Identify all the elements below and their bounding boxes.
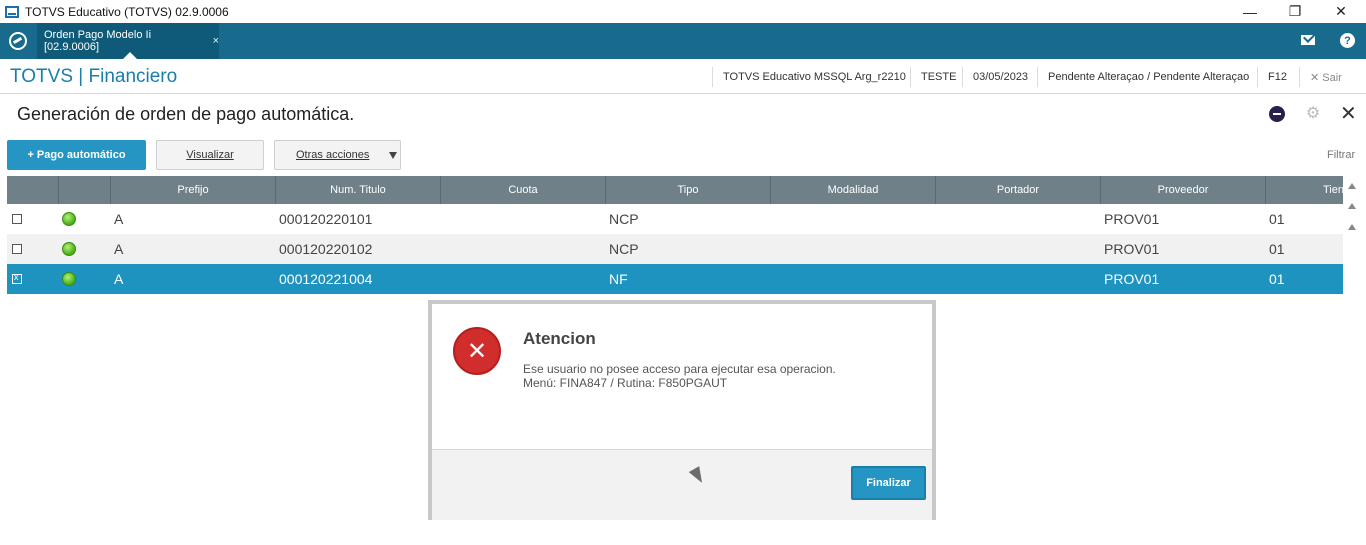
cell-proveedor: PROV01 — [1104, 241, 1160, 257]
table-row-selected[interactable]: A 000120221004 NF PROV01 01 — [7, 264, 1343, 294]
module-brand: TOTVS | Financiero — [10, 66, 178, 87]
help-icon[interactable]: ? — [1340, 33, 1355, 48]
col-header-tipo[interactable]: Tipo — [606, 176, 771, 204]
status-info: Pendente Alteraçao / Pendente Alteraçao — [1037, 67, 1259, 87]
cell-tipo: NF — [609, 271, 628, 287]
dropdown-arrow-icon — [389, 152, 397, 159]
visualizar-label: Visualizar — [186, 149, 234, 161]
cell-tienda: 01 — [1269, 211, 1285, 227]
tab-orden-pago[interactable]: Orden Pago Modelo Ii [02.9.0006] × — [37, 23, 219, 59]
error-icon: ✕ — [453, 327, 501, 375]
window-close-button[interactable]: ✕ — [1318, 0, 1364, 23]
environment-info: TOTVS Educativo MSSQL Arg_r2210 — [712, 67, 916, 87]
minimize-button[interactable]: — — [1227, 0, 1273, 23]
cell-proveedor: PROV01 — [1104, 271, 1160, 287]
page-title: Generación de orden de pago automática. — [17, 104, 355, 124]
grid-header: Prefijo Num. Titulo Cuota Tipo Modalidad… — [7, 176, 1343, 204]
status-green-icon — [62, 242, 76, 256]
table-row[interactable]: A 000120220101 NCP PROV01 01 — [7, 204, 1343, 234]
col-header-select[interactable] — [7, 176, 59, 204]
table-row[interactable]: A 000120220102 NCP PROV01 01 — [7, 234, 1343, 264]
col-header-num-titulo[interactable]: Num. Titulo — [276, 176, 441, 204]
col-header-prefijo[interactable]: Prefijo — [111, 176, 276, 204]
window-title: TOTVS Educativo (TOTVS) 02.9.0006 — [25, 4, 229, 19]
row-checkbox[interactable] — [12, 244, 22, 254]
totvs-logo-icon[interactable] — [9, 32, 27, 50]
module-header: TOTVS | Financiero TOTVS Educativo MSSQL… — [0, 59, 1366, 94]
close-icon[interactable]: ✕ — [1340, 104, 1357, 124]
col-header-cuota[interactable]: Cuota — [441, 176, 606, 204]
gear-icon[interactable]: ⚙ — [1305, 106, 1321, 122]
otras-acciones-label: Otras acciones — [296, 149, 370, 161]
tab-label: Orden Pago Modelo Ii [02.9.0006] — [44, 29, 152, 53]
minus-circle-icon[interactable] — [1269, 106, 1285, 122]
cell-tipo: NCP — [609, 211, 639, 227]
col-header-modalidad[interactable]: Modalidad — [771, 176, 936, 204]
exit-button[interactable]: ✕ Sair — [1299, 67, 1352, 87]
row-checkbox-checked[interactable] — [12, 272, 22, 284]
restore-button[interactable]: ❐ — [1272, 0, 1318, 23]
pago-automatico-button[interactable]: + Pago automático — [7, 140, 146, 170]
finalizar-button[interactable]: Finalizar — [851, 466, 926, 500]
cell-prefijo: A — [114, 271, 124, 287]
col-header-proveedor[interactable]: Proveedor — [1101, 176, 1266, 204]
dialog-title: Atencion — [523, 329, 596, 348]
visualizar-button[interactable]: Visualizar — [156, 140, 264, 170]
status-green-icon — [62, 212, 76, 226]
cell-prefijo: A — [114, 211, 124, 227]
date-info: 03/05/2023 — [962, 67, 1038, 87]
mail-icon[interactable] — [1301, 35, 1315, 45]
cell-tienda: 01 — [1269, 271, 1285, 287]
app-icon — [5, 5, 19, 18]
status-green-icon — [62, 272, 76, 286]
user-info: TESTE — [910, 67, 966, 87]
dialog-message-line1: Ese usuario no posee acceso para ejecuta… — [523, 362, 836, 376]
error-dialog: ✕ Atencion Ese usuario no posee acceso p… — [428, 300, 936, 520]
col-header-status[interactable] — [59, 176, 111, 204]
cell-num-titulo: 000120220101 — [279, 211, 373, 227]
scroll-top-icon[interactable] — [1348, 183, 1356, 189]
filter-link[interactable]: Filtrar — [1327, 149, 1355, 161]
dialog-message: Ese usuario no posee acceso para ejecuta… — [523, 362, 836, 390]
col-header-tienda[interactable]: Tien — [1266, 176, 1343, 204]
tab-close-icon[interactable]: × — [213, 35, 219, 47]
tab-bar: Orden Pago Modelo Ii [02.9.0006] × ? — [0, 23, 1366, 59]
cell-num-titulo: 000120221004 — [279, 271, 373, 287]
cell-tipo: NCP — [609, 241, 639, 257]
row-checkbox[interactable] — [12, 214, 22, 224]
shortcut-info: F12 — [1257, 67, 1297, 87]
col-header-portador[interactable]: Portador — [936, 176, 1101, 204]
scroll-up-icon[interactable] — [1348, 224, 1356, 230]
cell-prefijo: A — [114, 241, 124, 257]
tab-active-caret — [123, 52, 137, 59]
cell-tienda: 01 — [1269, 241, 1285, 257]
titles-grid: Prefijo Num. Titulo Cuota Tipo Modalidad… — [7, 176, 1343, 295]
cell-proveedor: PROV01 — [1104, 211, 1160, 227]
grid-scrollbar[interactable] — [1343, 176, 1361, 236]
cell-num-titulo: 000120220102 — [279, 241, 373, 257]
scroll-page-up-icon[interactable] — [1348, 203, 1356, 209]
window-titlebar: TOTVS Educativo (TOTVS) 02.9.0006 — ❐ ✕ — [0, 0, 1366, 23]
otras-acciones-button[interactable]: Otras acciones — [274, 140, 401, 170]
dialog-footer: Finalizar — [432, 449, 932, 520]
dialog-message-line2: Menú: FINA847 / Rutina: F850PGAUT — [523, 376, 728, 390]
